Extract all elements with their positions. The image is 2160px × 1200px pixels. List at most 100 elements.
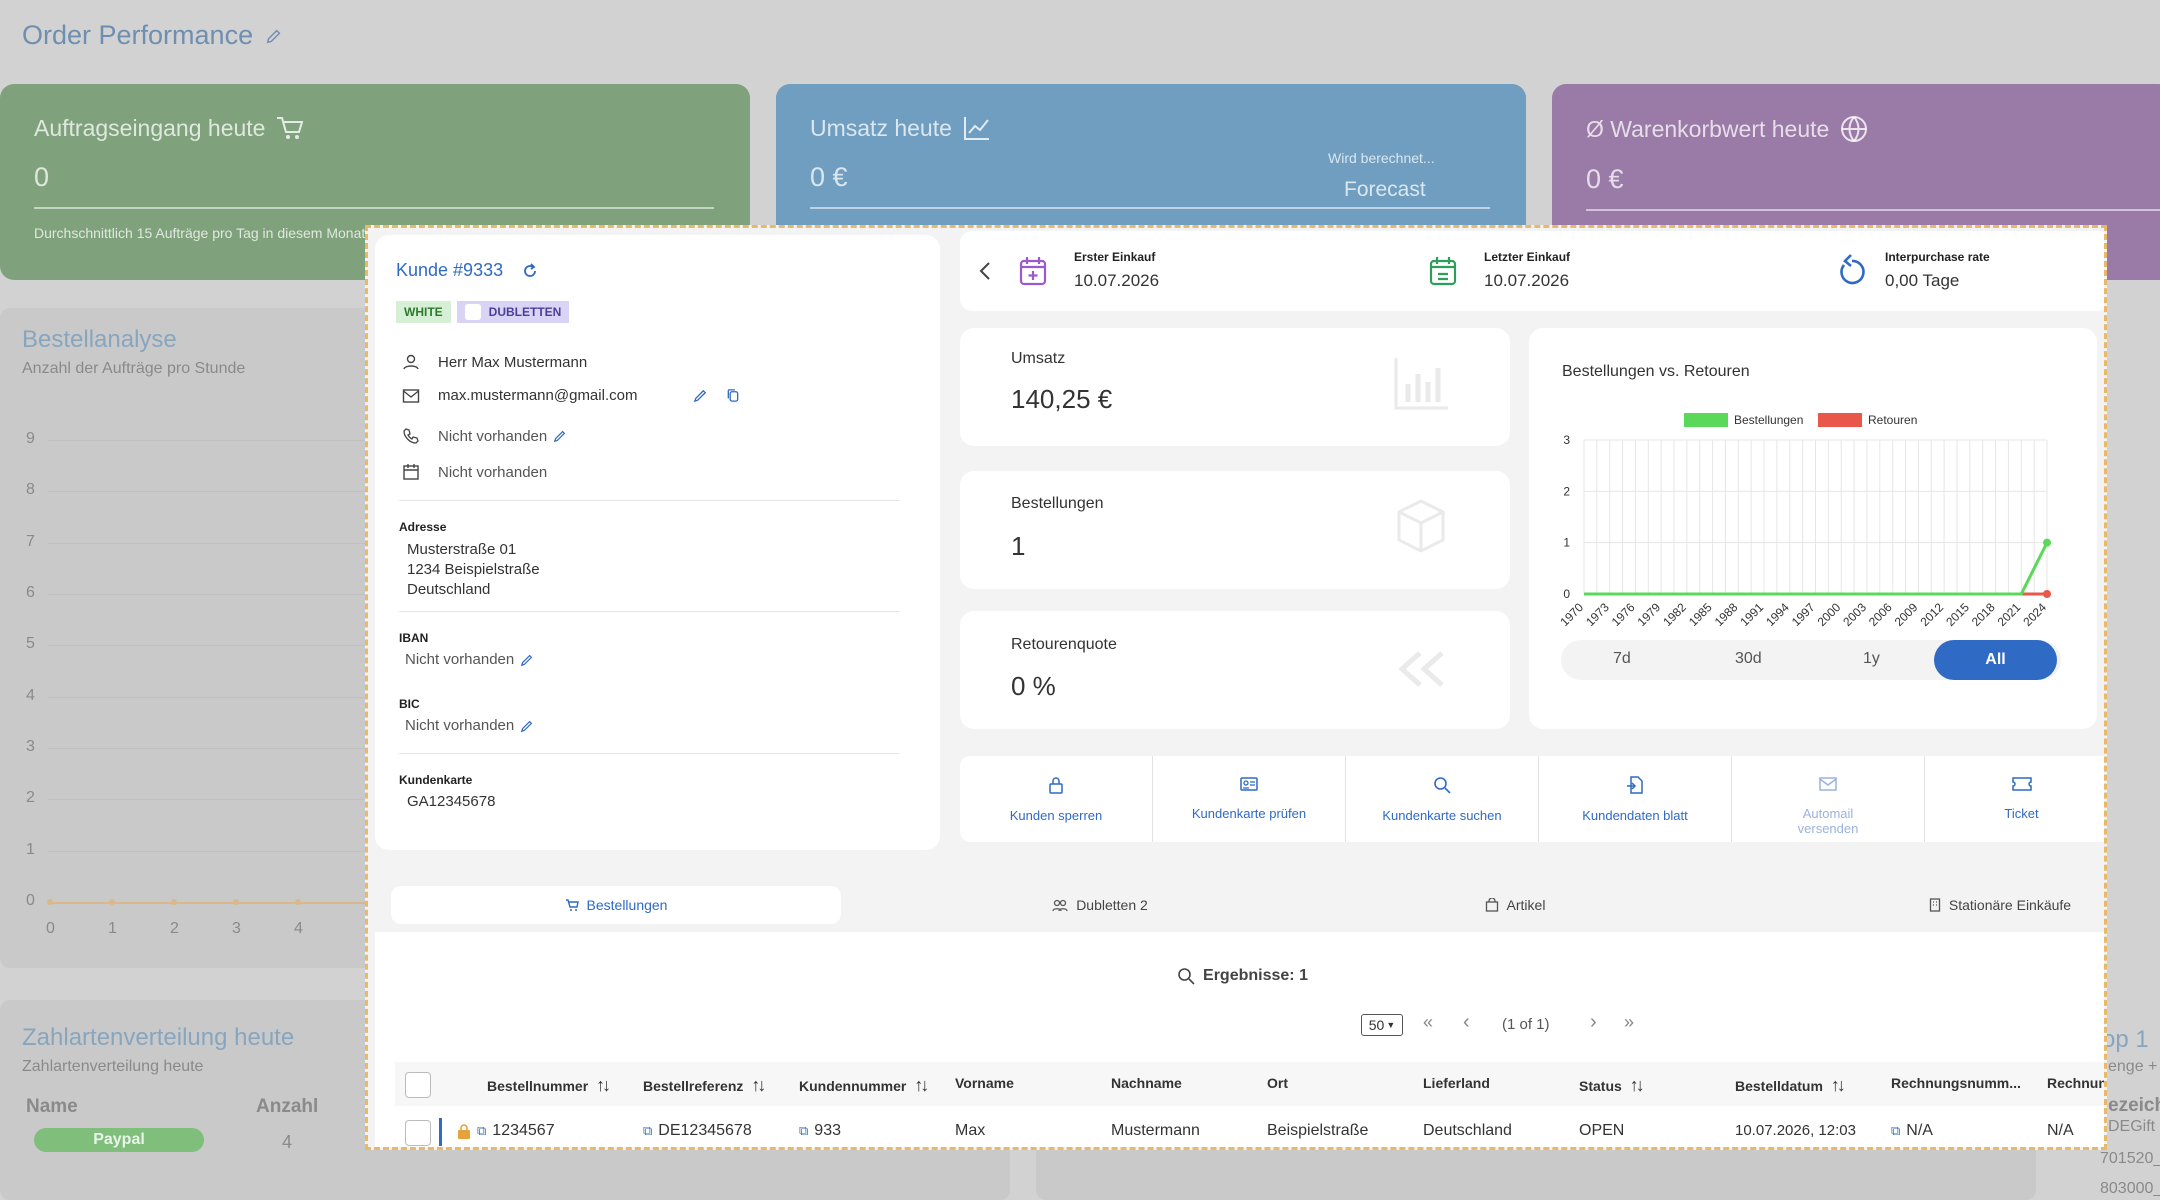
x-tick-label: 2024: [2020, 600, 2049, 629]
x-tick: 3: [232, 920, 241, 937]
row-checkbox[interactable]: [405, 1120, 431, 1146]
col-status[interactable]: Status ↑↓: [1579, 1075, 1645, 1096]
x-tick-label: 2000: [1815, 600, 1844, 629]
sort-icon[interactable]: ↑↓: [914, 1075, 929, 1096]
tab-label: Stationäre Einkäufe: [1948, 897, 2072, 913]
prev-page-button[interactable]: ‹: [1463, 1011, 1470, 1034]
col-rechnungsnummer[interactable]: Rechnungsnumm...: [1891, 1075, 2021, 1091]
user-icon: [403, 354, 419, 370]
action-automail-versenden[interactable]: Automail versenden: [1732, 756, 1925, 842]
tab-bestellungen[interactable]: Bestellungen: [391, 886, 841, 924]
copy-email-icon[interactable]: [726, 388, 740, 403]
card-value: GA12345678: [407, 793, 496, 810]
forecast-note: Wird berechnet...: [1328, 150, 1435, 166]
y-tick-label: 0: [1563, 587, 1570, 601]
range-30d[interactable]: 30d: [1735, 650, 1762, 668]
mail-icon: [402, 388, 420, 403]
address-line: Musterstraße 01: [407, 541, 517, 558]
edit-phone-icon[interactable]: [553, 429, 567, 443]
right-peek-col: ezeich: [2108, 1095, 2160, 1116]
y-tick: 5: [26, 635, 35, 653]
data-point: [2043, 538, 2051, 547]
dubletten-checkbox[interactable]: [464, 304, 481, 320]
calendar-check-icon: [1429, 257, 1457, 286]
col-lieferland[interactable]: Lieferland: [1423, 1075, 1490, 1091]
y-tick: 6: [26, 584, 35, 601]
tab-label: Dubletten 2: [1076, 897, 1148, 913]
copy-icon[interactable]: ⧉: [1891, 1123, 1900, 1139]
col-nachname[interactable]: Nachname: [1111, 1075, 1182, 1091]
tab-dubletten[interactable]: Dubletten 2: [965, 886, 1235, 924]
range-7d[interactable]: 7d: [1613, 650, 1631, 668]
col-kundennummer[interactable]: Kundennummer ↑↓: [799, 1075, 929, 1096]
copy-icon[interactable]: ⧉: [799, 1123, 808, 1139]
action-label: Ticket: [2004, 806, 2039, 821]
col-bestelldatum[interactable]: Bestelldatum ↑↓: [1735, 1075, 1846, 1096]
gridline: [48, 440, 368, 441]
tab-stationaere-einkaeufe[interactable]: Stationäre Einkäufe: [1885, 886, 2104, 924]
col-vorname[interactable]: Vorname: [955, 1075, 1014, 1091]
purchase-info-bar: Erster Einkauf 10.07.2026 Letzter Einkau…: [960, 231, 2104, 311]
x-tick-label: 1988: [1712, 600, 1741, 629]
cell-rechnungsnummer: N/A: [1906, 1122, 1933, 1139]
gridline: [48, 645, 368, 647]
action-label: Kundenkarte suchen: [1382, 808, 1502, 823]
col-label: Bestellreferenz: [643, 1077, 744, 1094]
x-tick-label: 1976: [1609, 600, 1638, 629]
edit-email-icon[interactable]: [693, 388, 708, 403]
range-1y[interactable]: 1y: [1863, 650, 1880, 668]
stat-value: 1: [1011, 531, 1026, 561]
back-chevron-icon[interactable]: [978, 261, 992, 281]
copy-icon[interactable]: ⧉: [643, 1123, 652, 1139]
sort-icon[interactable]: ↑↓: [1831, 1075, 1846, 1096]
x-tick: 0: [46, 920, 55, 937]
badge-dubletten[interactable]: DUBLETTEN: [456, 301, 570, 323]
globe-icon: [1841, 116, 1868, 142]
stat-card-bestellungen: Bestellungen 1: [960, 471, 1510, 589]
sort-icon[interactable]: ↑↓: [751, 1075, 766, 1096]
page-size-select[interactable]: 50 ▼: [1361, 1014, 1403, 1036]
bic-value: Nicht vorhanden: [405, 717, 515, 734]
last-page-button[interactable]: »: [1624, 1012, 1634, 1033]
x-tick-label: 1985: [1686, 600, 1715, 629]
x-tick-label: 1979: [1635, 600, 1664, 629]
copy-icon[interactable]: ⧉: [477, 1123, 486, 1139]
next-page-button[interactable]: ›: [1590, 1011, 1597, 1034]
dashboard-title: Order Performance: [22, 20, 283, 51]
phone-icon: [403, 428, 419, 444]
col-bestellreferenz[interactable]: Bestellreferenz ↑↓: [643, 1075, 766, 1096]
select-all-checkbox[interactable]: [405, 1072, 431, 1098]
bic-label: BIC: [399, 697, 420, 711]
edit-bic-icon[interactable]: [520, 719, 534, 733]
col-bestellnummer[interactable]: Bestellnummer ↑↓: [487, 1075, 611, 1096]
range-all[interactable]: All: [1934, 640, 2057, 680]
action-kundendaten-blatt[interactable]: Kundendaten blatt: [1539, 756, 1732, 842]
y-tick: 4: [26, 686, 35, 704]
row-indicator: [439, 1118, 442, 1146]
cart-icon: [565, 898, 579, 911]
x-tick-label: 2015: [1943, 600, 1972, 629]
first-purchase-label: Erster Einkauf: [1074, 250, 1156, 264]
edit-icon[interactable]: [265, 27, 283, 45]
action-kunden-sperren[interactable]: Kunden sperren: [960, 756, 1153, 842]
last-purchase-label: Letzter Einkauf: [1484, 250, 1571, 264]
tab-artikel[interactable]: Artikel: [1415, 886, 1615, 924]
sort-icon[interactable]: ↑↓: [596, 1075, 611, 1096]
stat-value: 140,25 €: [1011, 384, 1113, 414]
y-tick-label: 2: [1563, 484, 1570, 498]
action-kundenkarte-suchen[interactable]: Kundenkarte suchen: [1346, 756, 1539, 842]
gridline: [48, 491, 368, 493]
y-tick: 2: [26, 789, 35, 807]
col-ort[interactable]: Ort: [1267, 1075, 1288, 1091]
action-kundenkarte-pruefen[interactable]: Kundenkarte prüfen: [1153, 756, 1346, 842]
y-tick: 0: [26, 892, 35, 909]
page-size-value: 50: [1368, 1017, 1385, 1033]
refresh-icon[interactable]: [521, 262, 539, 280]
col-rechnung[interactable]: Rechnung: [2047, 1075, 2104, 1091]
edit-iban-icon[interactable]: [520, 653, 534, 667]
first-page-button[interactable]: «: [1423, 1012, 1433, 1033]
sort-icon[interactable]: ↑↓: [1630, 1075, 1645, 1096]
table-row[interactable]: ⧉ 1234567 ⧉ DE12345678 ⧉ 933 Max Musterman…: [395, 1108, 2104, 1147]
action-ticket[interactable]: Ticket: [1925, 756, 2104, 842]
first-purchase-value: 10.07.2026: [1074, 271, 1160, 290]
